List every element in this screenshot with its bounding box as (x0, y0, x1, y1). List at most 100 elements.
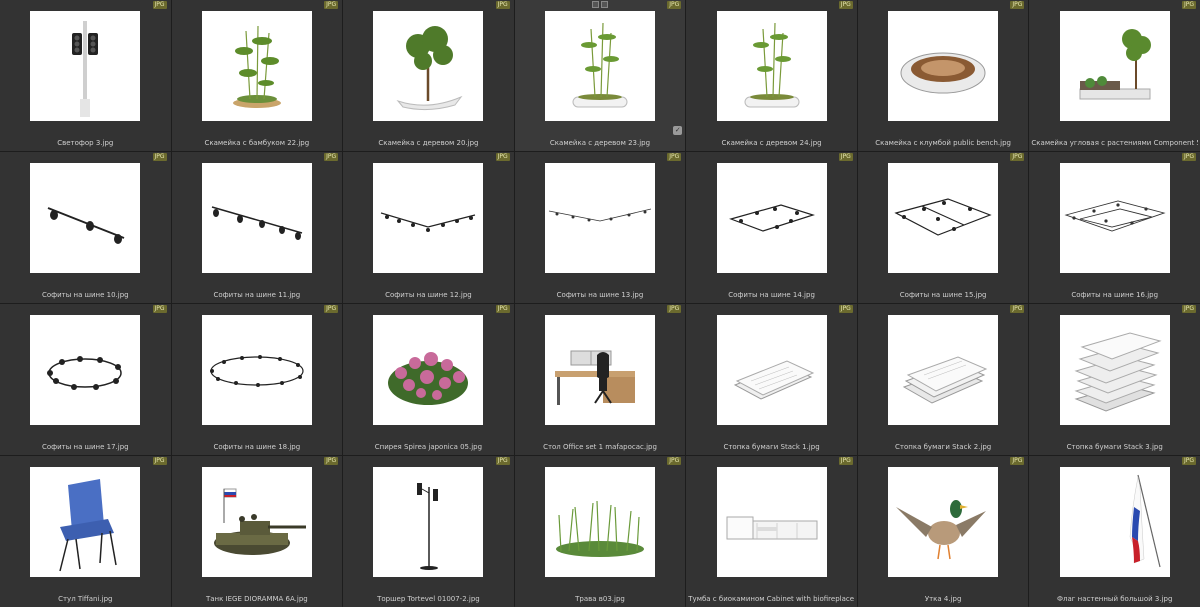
thumbnail-cell[interactable]: JPG Софиты на шине 17.jpg (0, 304, 171, 455)
thumbnail-cell[interactable]: JPG Утка 4.jpg (857, 456, 1029, 607)
file-type-badge: JPG (1010, 1, 1025, 9)
thumbnail-cell[interactable]: JPG Скамейка с клумбой public bench.jpg (857, 0, 1029, 151)
traffic-light-thumbnail[interactable] (30, 11, 141, 121)
tree-bench-thumbnail[interactable] (373, 11, 484, 121)
track-v-thin-thumbnail[interactable] (544, 163, 655, 273)
flag-thumbnail[interactable] (1059, 467, 1170, 577)
track-5-thumbnail[interactable] (201, 163, 312, 273)
thumbnail-cell[interactable]: JPG Стопка бумаги Stack 3.jpg (1029, 304, 1200, 455)
file-name-label: Стол Office set 1 mafapocac.jpg (543, 443, 657, 451)
thumbnail-cell[interactable]: JPG Стопка бумаги Stack 1.jpg (686, 304, 857, 455)
track-rect-big-thumbnail[interactable] (888, 163, 999, 273)
file-type-badge: JPG (667, 153, 682, 161)
duck-thumbnail[interactable] (888, 467, 999, 577)
file-type-badge: JPG (495, 457, 510, 465)
file-type-badge: JPG (838, 457, 853, 465)
thumbnail-cell[interactable]: JPG Скамейка угловая с растениями Compone… (1029, 0, 1200, 151)
file-type-badge: JPG (838, 305, 853, 313)
thumbnail-cell[interactable]: JPG Софиты на шине 13.jpg (514, 152, 686, 303)
track-3-thumbnail[interactable] (30, 163, 141, 273)
thumbnail-cell[interactable]: JPG Софиты на шине 15.jpg (857, 152, 1029, 303)
file-type-badge: JPG (324, 1, 339, 9)
file-name-label: Софиты на шине 12.jpg (385, 291, 472, 299)
edit-icon[interactable] (600, 1, 608, 8)
file-name-label: Трава в03.jpg (575, 595, 625, 603)
thumbnail-cell[interactable]: JPG Скамейка с деревом 24.jpg (686, 0, 857, 151)
bamboo-bench-white-thumbnail[interactable] (716, 11, 827, 121)
office-desk-thumbnail[interactable] (544, 315, 655, 425)
file-name-label: Скамейка с деревом 23.jpg (549, 139, 651, 147)
thumbnail-cell[interactable]: JPG Стопка бумаги Stack 2.jpg (857, 304, 1029, 455)
file-type-badge: JPG (667, 305, 682, 313)
thumbnail-cell[interactable]: JPG Софиты на шине 10.jpg (0, 152, 171, 303)
cabinet-thumbnail[interactable] (716, 467, 827, 577)
thumbnail-cell[interactable]: JPG Софиты на шине 18.jpg (171, 304, 343, 455)
bamboo-bench-white-thumbnail[interactable] (544, 11, 655, 121)
paper-2-thumbnail[interactable] (888, 315, 999, 425)
track-rect-thumbnail[interactable] (716, 163, 827, 273)
file-type-badge: JPG (1181, 1, 1196, 9)
thumbnail-cell[interactable]: JPG Спирея Spirea japonica 05.jpg (343, 304, 514, 455)
round-bench-thumbnail[interactable] (888, 11, 999, 121)
file-type-badge: JPG (1181, 153, 1196, 161)
file-type-badge: JPG (324, 305, 339, 313)
file-name-label: Скамейка с бамбуком 22.jpg (204, 139, 310, 147)
file-type-badge: JPG (1010, 457, 1025, 465)
thumbnail-cell[interactable]: JPG Софиты на шине 11.jpg (171, 152, 343, 303)
file-type-badge: JPG (495, 305, 510, 313)
bamboo-bench-thumbnail[interactable] (201, 11, 312, 121)
thumbnail-cell[interactable]: JPG Торшер Tortevel 01007-2.jpg (343, 456, 514, 607)
file-name-label: Скамейка с деревом 24.jpg (721, 139, 822, 147)
file-name-label: Софиты на шине 13.jpg (556, 291, 644, 299)
corner-bench-thumbnail[interactable] (1059, 11, 1170, 121)
file-type-badge: JPG (1181, 305, 1196, 313)
thumbnail-cell[interactable]: JPG Флаг настенный большой 3.jpg (1029, 456, 1200, 607)
thumbnail-cell[interactable]: JPG Светофор 3.jpg (0, 0, 171, 151)
file-type-badge: JPG (667, 1, 682, 9)
track-ring-big-thumbnail[interactable] (201, 315, 312, 425)
file-type-badge: JPG (152, 457, 167, 465)
grass-thumbnail[interactable] (544, 467, 655, 577)
file-name-label: Софиты на шине 10.jpg (41, 291, 129, 299)
checkmark-icon[interactable]: ✓ (673, 126, 683, 135)
square-icon[interactable] (591, 1, 599, 8)
thumbnail-cell[interactable]: JPG Софиты на шине 16.jpg (1029, 152, 1200, 303)
thumbnail-cell[interactable]: JPG Трава в03.jpg (514, 456, 686, 607)
track-v-thumbnail[interactable] (373, 163, 484, 273)
file-type-badge: JPG (838, 1, 853, 9)
file-type-badge: JPG (1181, 457, 1196, 465)
track-ring-thumbnail[interactable] (30, 315, 141, 425)
paper-3-thumbnail[interactable] (1059, 315, 1170, 425)
track-rect-double-thumbnail[interactable] (1059, 163, 1170, 273)
file-type-badge: JPG (152, 1, 167, 9)
file-type-badge: JPG (495, 1, 510, 9)
file-type-badge: JPG (152, 153, 167, 161)
thumbnail-cell[interactable]: JPG Софиты на шине 12.jpg (343, 152, 514, 303)
tank-thumbnail[interactable] (201, 467, 312, 577)
paper-1-thumbnail[interactable] (716, 315, 827, 425)
selection-tools[interactable] (591, 1, 608, 8)
thumbnail-cell[interactable]: JPG Скамейка с деревом 20.jpg (343, 0, 514, 151)
chair-thumbnail[interactable] (30, 467, 141, 577)
file-name-label: Стопка бумаги Stack 1.jpg (723, 443, 820, 451)
file-name-label: Танк IEGE DIORAMMA 6A.jpg (205, 595, 308, 603)
thumbnail-grid: JPG Светофор 3.jpg JPG Скамейка с бамбуком … (0, 0, 1200, 607)
file-name-label: Торшер Tortevel 01007-2.jpg (377, 595, 480, 603)
file-name-label: Стул Tiffani.jpg (58, 595, 113, 603)
thumbnail-cell[interactable]: JPG Софиты на шине 14.jpg (686, 152, 857, 303)
thumbnail-cell[interactable]: JPG Стол Office set 1 mafapocac.jpg (514, 304, 686, 455)
thumbnail-cell[interactable]: JPG Стул Tiffani.jpg (0, 456, 171, 607)
file-name-label: Софиты на шине 17.jpg (41, 443, 129, 451)
file-type-badge: JPG (667, 457, 682, 465)
file-name-label: Светофор 3.jpg (57, 139, 114, 147)
thumbnail-cell[interactable]: JPG Скамейка с бамбуком 22.jpg (171, 0, 343, 151)
thumbnail-cell[interactable]: JPG Танк IEGE DIORAMMA 6A.jpg (171, 456, 343, 607)
file-type-badge: JPG (324, 457, 339, 465)
shrub-thumbnail[interactable] (373, 315, 484, 425)
file-name-label: Софиты на шине 11.jpg (213, 291, 301, 299)
thumbnail-cell[interactable]: JPG Тумба с биокамином Cabinet with biofi… (686, 456, 857, 607)
floor-lamp-thumbnail[interactable] (373, 467, 484, 577)
file-name-label: Софиты на шине 18.jpg (213, 443, 301, 451)
thumbnail-cell[interactable]: JPG ✓ Скамейка с деревом 23.jpg (514, 0, 686, 151)
file-type-badge: JPG (838, 153, 853, 161)
